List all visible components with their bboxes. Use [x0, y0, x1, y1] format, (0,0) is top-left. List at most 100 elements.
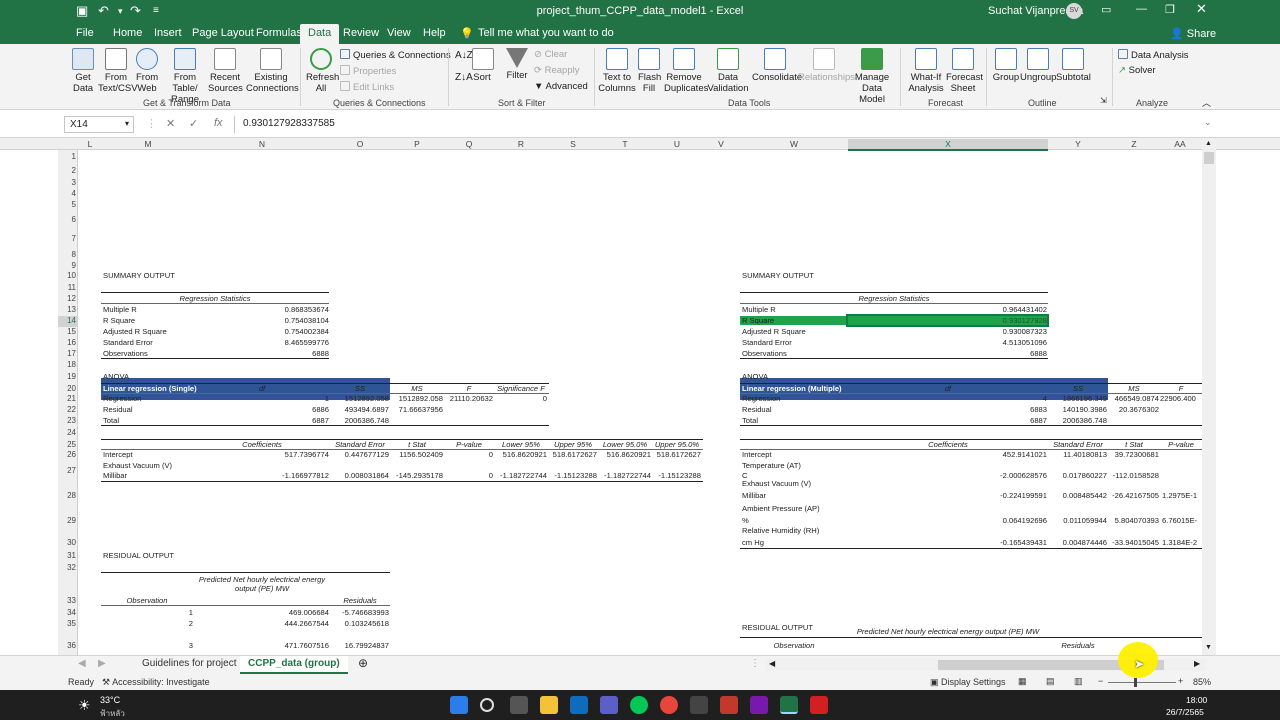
sheet-tab-guidelines[interactable]: Guidelines for project	[142, 658, 237, 669]
cancel-icon[interactable]: ✕	[166, 117, 175, 130]
collapse-ribbon-icon[interactable]: ︿	[1202, 96, 1211, 109]
residual-obs[interactable]: 3	[101, 641, 193, 650]
anova-ms[interactable]: 20.3676302	[1108, 405, 1159, 414]
coef-value[interactable]: -26.42167505	[1108, 491, 1159, 500]
tab-file[interactable]: File	[76, 27, 94, 39]
onenote-icon[interactable]	[750, 696, 768, 714]
tab-split-handle[interactable]: ⋮	[750, 658, 760, 669]
coef-value[interactable]: -0.165439431	[848, 538, 1047, 547]
line-icon[interactable]	[630, 696, 648, 714]
tab-insert[interactable]: Insert	[154, 27, 182, 39]
row-header[interactable]: 16	[58, 338, 78, 347]
from-table-range-button[interactable]: From Table/ Range	[162, 48, 208, 105]
active-cell[interactable]: 0.930127928	[846, 314, 1049, 327]
residual-obs[interactable]: 1	[101, 608, 193, 617]
stat-label[interactable]: Observations	[742, 349, 787, 358]
coef-value[interactable]: 0.004874446	[1048, 538, 1107, 547]
coef-value[interactable]: 1156.502409	[390, 450, 443, 459]
anova-header[interactable]: SS	[1048, 384, 1108, 393]
coef-value[interactable]: 1.2975E-1	[1162, 491, 1197, 500]
anova-header[interactable]: MS	[390, 384, 444, 393]
teams-icon[interactable]	[600, 696, 618, 714]
add-sheet-icon[interactable]: ⊕	[358, 656, 368, 670]
coef-header[interactable]: P-value	[444, 440, 494, 449]
stat-label[interactable]: Adjusted R Square	[742, 327, 806, 336]
share-button[interactable]: 👤 Share	[1170, 27, 1216, 40]
row-header[interactable]: 2	[58, 166, 78, 175]
coef-value[interactable]: -1.15123288	[652, 471, 701, 480]
avatar[interactable]: SV	[1066, 3, 1082, 19]
stat-value[interactable]: 6888	[200, 349, 329, 358]
stat-value[interactable]: 0.930087323	[848, 327, 1047, 336]
column-header[interactable]: O	[330, 139, 390, 149]
coef-value[interactable]: -1.15123288	[548, 471, 597, 480]
close-icon[interactable]: ✕	[1196, 1, 1207, 17]
anova-ms[interactable]: 71.66637956	[390, 405, 443, 414]
row-header[interactable]: 19	[58, 372, 78, 381]
column-header[interactable]: R	[494, 139, 548, 149]
anova-df[interactable]: 6887	[194, 416, 329, 425]
flash-fill-button[interactable]: Flash Fill	[638, 48, 661, 94]
row-header[interactable]: 24	[58, 428, 78, 437]
ribbon-display-icon[interactable]: ▭	[1101, 3, 1111, 16]
stat-label[interactable]: Multiple R	[742, 305, 776, 314]
coef-value[interactable]: 0	[444, 471, 493, 480]
residual-value[interactable]: 0.103245618	[330, 619, 389, 628]
tab-formulas[interactable]: Formulas	[256, 27, 302, 39]
column-header[interactable]: M	[102, 139, 194, 149]
zoom-in-icon[interactable]: +	[1178, 676, 1183, 686]
coef-value[interactable]: -1.182722744	[494, 471, 547, 480]
sort-az-icon[interactable]: A↓Z	[455, 50, 473, 61]
coef-header[interactable]: Standard Error	[1048, 440, 1108, 449]
row-header[interactable]: 8	[58, 250, 78, 259]
column-header[interactable]: T	[598, 139, 652, 149]
anova-df[interactable]: 6886	[194, 405, 329, 414]
existing-connections-button[interactable]: Existing Connections	[246, 48, 299, 94]
anova-header[interactable]: F	[444, 384, 494, 393]
insert-function-icon[interactable]: fx	[214, 117, 223, 129]
row-header[interactable]: 23	[58, 416, 78, 425]
row-header[interactable]: 7	[58, 234, 78, 243]
accessibility-status[interactable]: ⚒ Accessibility: Investigate	[102, 677, 210, 688]
anova-df[interactable]: 4	[848, 394, 1047, 403]
row-header[interactable]: 25	[58, 440, 78, 449]
coef-value[interactable]: 0.447677129	[330, 450, 389, 459]
coef-value[interactable]: 516.8620921	[598, 450, 651, 459]
anova-df[interactable]: 6887	[848, 416, 1047, 425]
coef-value[interactable]: -1.182722744	[598, 471, 651, 480]
coef-value[interactable]: 0.008485442	[1048, 491, 1107, 500]
stat-value[interactable]: 0.868353674	[200, 305, 329, 314]
coef-value[interactable]: 5.804070393	[1108, 516, 1159, 525]
tell-me-search[interactable]: Tell me what you want to do	[478, 27, 614, 39]
app-icon[interactable]	[690, 696, 708, 714]
anova-header[interactable]: df	[194, 384, 330, 393]
scroll-down-icon[interactable]: ▼	[1205, 644, 1212, 651]
anova-df[interactable]: 6883	[848, 405, 1047, 414]
tab-help[interactable]: Help	[423, 27, 446, 39]
scroll-right-icon[interactable]: ▶	[1194, 659, 1200, 668]
anova-header[interactable]: Significance F	[494, 384, 548, 393]
group-button[interactable]: Group	[992, 48, 1020, 83]
row-header[interactable]: 26	[58, 450, 78, 459]
residual-pred-header[interactable]: Predicted Net hourly electrical energy o…	[194, 575, 330, 593]
relationships-button[interactable]: Relationships	[798, 48, 855, 83]
column-header[interactable]: U	[652, 139, 702, 149]
outlook-icon[interactable]	[570, 696, 588, 714]
maximize-icon[interactable]: ❐	[1165, 3, 1175, 16]
scroll-left-icon[interactable]: ◀	[769, 659, 775, 668]
column-header[interactable]: Q	[444, 139, 494, 149]
row-header[interactable]: 22	[58, 405, 78, 414]
next-sheet-icon[interactable]: ▶	[98, 658, 106, 669]
coef-row-label[interactable]: Exhaust Vacuum (V)	[742, 479, 811, 488]
residual-pred[interactable]: 469.006684	[194, 608, 329, 617]
app-icon[interactable]	[720, 696, 738, 714]
from-web-button[interactable]: From Web	[136, 48, 158, 94]
coef-row-label[interactable]: Exhaust Vacuum (V)	[103, 461, 172, 470]
stat-value[interactable]: 0.754002384	[200, 327, 329, 336]
what-if-analysis-button[interactable]: What-If Analysis	[904, 48, 948, 94]
residual-obs[interactable]: 2	[101, 619, 193, 628]
name-box[interactable]: X14 ▾	[64, 116, 134, 133]
weather-icon[interactable]: ☀	[78, 697, 91, 714]
anova-significance[interactable]: 0	[494, 394, 547, 403]
tab-review[interactable]: Review	[343, 27, 379, 39]
